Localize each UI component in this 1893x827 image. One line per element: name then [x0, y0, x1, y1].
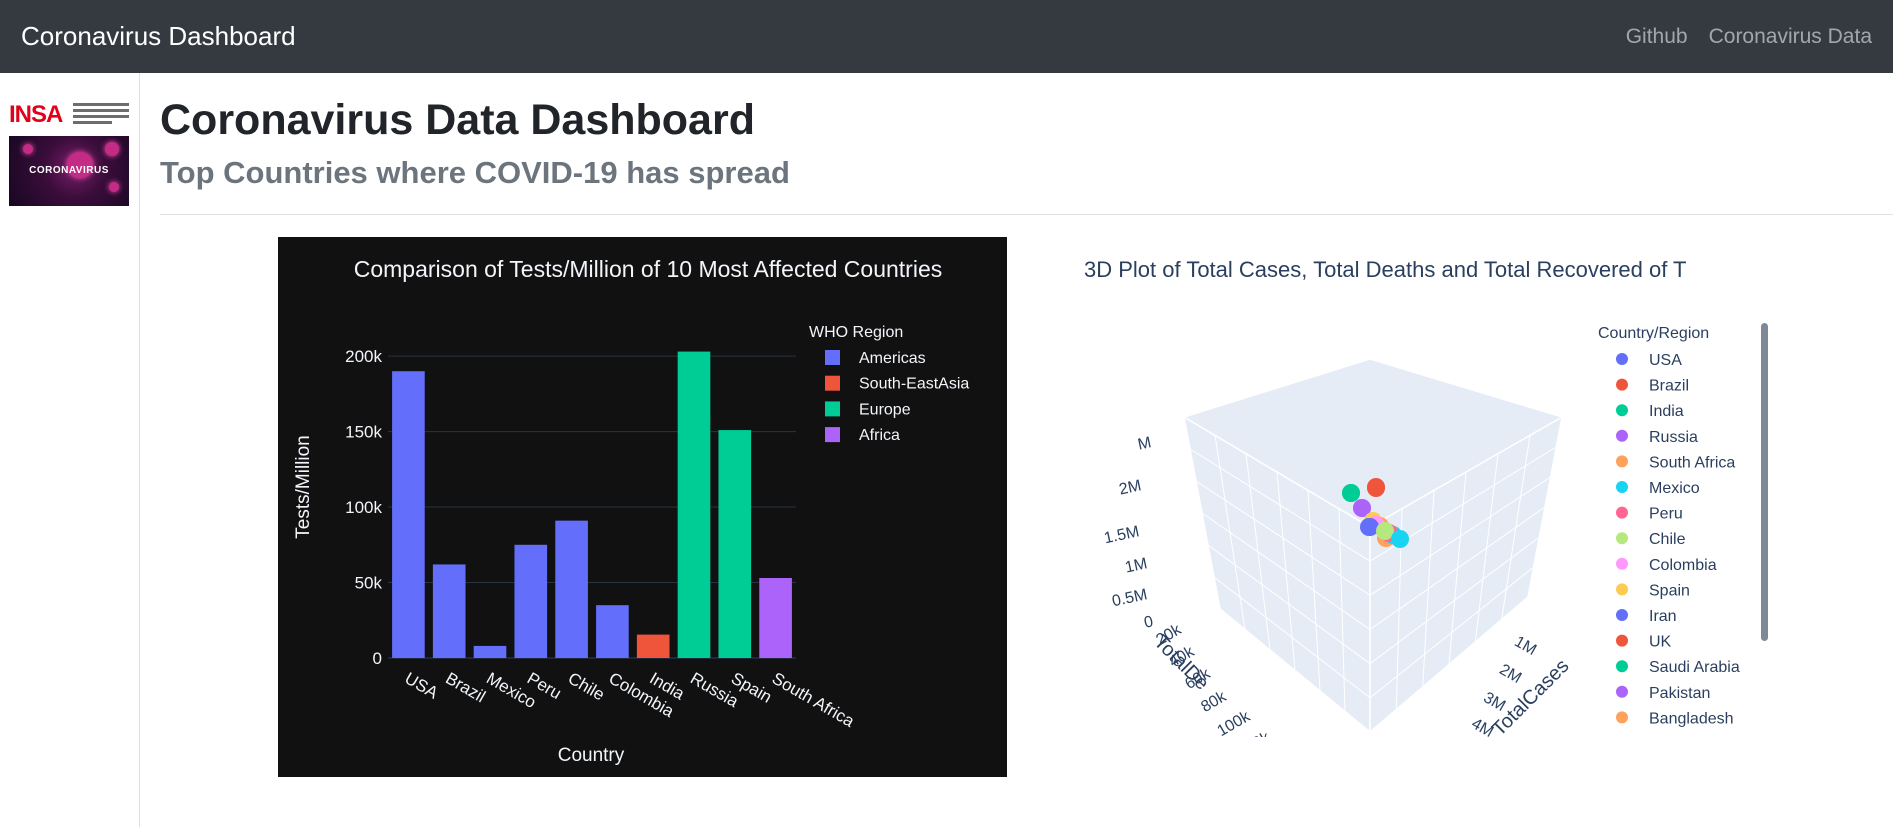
chart2-legend-item[interactable]: USA — [1649, 352, 1682, 369]
chart2-legend-marker[interactable] — [1616, 353, 1628, 365]
chart1-xtick-label: South Africa — [769, 669, 858, 732]
page-title: Coronavirus Data Dashboard — [160, 96, 755, 144]
chart2-point-saudi-arabia[interactable] — [1342, 484, 1360, 502]
chart1-bar-brazil[interactable] — [432, 564, 466, 658]
coronavirus-image: CORONAVIRUS — [9, 136, 129, 206]
chart2-ztick-label: 0 — [1143, 613, 1155, 631]
insa-logo: INSA — [9, 101, 129, 128]
chart1-legend-item[interactable]: South-EastAsia — [859, 376, 969, 393]
navbar-links: Github Coronavirus Data — [1626, 25, 1872, 49]
chart2-legend-item[interactable]: Spain — [1649, 582, 1690, 599]
chart2-legend-marker[interactable] — [1616, 711, 1628, 724]
chart2-legend-marker[interactable] — [1616, 481, 1628, 493]
chart2-point-iran[interactable] — [1360, 518, 1378, 536]
chart2-legend-item[interactable]: Iran — [1649, 608, 1677, 625]
chart1-legend-item[interactable]: Africa — [859, 427, 900, 444]
insa-logo-caption — [73, 103, 129, 127]
chart2-legend-item[interactable]: Peru — [1649, 506, 1683, 523]
chart2-legend-item[interactable]: Bangladesh — [1649, 710, 1734, 727]
chart1-bar-russia[interactable] — [677, 351, 711, 658]
chart1-legend-item[interactable]: Americas — [859, 350, 926, 367]
navbar: Coronavirus Dashboard Github Coronavirus… — [0, 0, 1893, 73]
chart2-ztick-label: 1.5M — [1102, 523, 1140, 547]
chart1-bar-spain[interactable] — [718, 430, 752, 658]
chart1-bar-mexico[interactable] — [473, 645, 507, 658]
chart2-legend-marker[interactable] — [1616, 404, 1628, 417]
chart2-ytick-label: 80k — [1198, 688, 1230, 716]
chart2-y-axis-label: TotalDe — [1149, 631, 1213, 695]
chart2-ztick-label: 1M — [1124, 555, 1149, 576]
navbar-brand[interactable]: Coronavirus Dashboard — [21, 21, 296, 52]
chart1-legend-item[interactable]: Europe — [859, 401, 911, 418]
chart2-legend-marker[interactable] — [1616, 429, 1628, 442]
nav-link-coronavirus-data[interactable]: Coronavirus Data — [1709, 25, 1872, 49]
chart2-legend-marker[interactable] — [1616, 557, 1628, 570]
legend-scrollbar[interactable] — [1761, 323, 1768, 641]
chart2-legend-item[interactable]: South Africa — [1649, 454, 1735, 471]
tests-per-million-bar-chart[interactable]: Comparison of Tests/Million of 10 Most A… — [278, 237, 1007, 777]
chart2-legend-item[interactable]: Mexico — [1649, 480, 1700, 497]
nav-link-github[interactable]: Github — [1626, 25, 1688, 49]
insa-logo-text: INSA — [9, 101, 63, 128]
chart1-xtick-label: USA — [402, 669, 442, 703]
chart2-legend-marker[interactable] — [1616, 455, 1628, 468]
chart1-xtick-label: Chile — [565, 669, 608, 705]
chart1-ytick-label: 200k — [345, 347, 382, 366]
chart2-legend-title: Country/Region — [1598, 325, 1709, 342]
chart2-xtick-label: 2M — [1496, 661, 1524, 687]
chart2-title: 3D Plot of Total Cases, Total Deaths and… — [1084, 257, 1687, 282]
chart2-legend-marker[interactable] — [1616, 583, 1628, 596]
chart2-point-brazil[interactable] — [1367, 478, 1385, 496]
coronavirus-image-text: CORONAVIRUS — [29, 165, 109, 176]
chart1-bar-south-africa[interactable] — [759, 578, 792, 658]
sidebar: INSA CORONAVIRUS — [0, 73, 140, 827]
divider — [160, 214, 1893, 215]
chart2-legend-item[interactable]: Russia — [1649, 429, 1698, 446]
chart1-legend-swatch[interactable] — [825, 401, 840, 417]
chart2-legend-marker[interactable] — [1616, 506, 1628, 519]
chart2-xtick-label: 1M — [1511, 633, 1539, 659]
chart1-ytick-label: 150k — [345, 423, 382, 442]
chart2-legend-item[interactable]: Saudi Arabia — [1649, 659, 1740, 676]
chart1-bar-colombia[interactable] — [596, 605, 629, 658]
chart1-bar-india[interactable] — [636, 634, 670, 658]
chart1-legend-swatch[interactable] — [825, 350, 840, 365]
chart1-title: Comparison of Tests/Million of 10 Most A… — [354, 256, 943, 282]
3d-scatter-chart[interactable]: 3D Plot of Total Cases, Total Deaths and… — [1060, 237, 1778, 737]
chart2-legend-marker[interactable] — [1616, 634, 1628, 647]
chart1-legend-title: WHO Region — [809, 324, 903, 341]
page-subtitle: Top Countries where COVID-19 has spread — [160, 155, 790, 190]
chart1-ytick-label: 100k — [345, 498, 382, 517]
chart1-bar-chile[interactable] — [555, 520, 588, 658]
chart2-ztick-label: 0.5M — [1110, 586, 1148, 610]
chart1-xtick-label: Brazil — [442, 669, 488, 707]
chart2-legend-item[interactable]: Colombia — [1649, 557, 1717, 574]
chart1-legend-swatch[interactable] — [825, 427, 840, 443]
chart1-ytick-label: 0 — [373, 649, 382, 668]
chart2-legend-item[interactable]: India — [1649, 403, 1684, 420]
chart1-xlabel: Country — [558, 745, 625, 766]
chart1-legend-swatch[interactable] — [825, 375, 840, 391]
chart2-legend-marker[interactable] — [1616, 660, 1628, 673]
chart2-legend-item[interactable]: Pakistan — [1649, 685, 1710, 702]
chart2-legend-item[interactable]: Chile — [1649, 531, 1686, 548]
chart2-legend-marker[interactable] — [1616, 378, 1628, 391]
chart2-ztick-label: 2M — [1118, 477, 1143, 498]
chart2-legend-item[interactable]: UK — [1649, 634, 1672, 651]
chart2-legend-marker[interactable] — [1616, 685, 1628, 698]
chart1-ytick-label: 50k — [355, 574, 383, 593]
chart1-ylabel: Tests/Million — [293, 435, 314, 538]
chart2-legend-marker[interactable] — [1616, 609, 1628, 621]
chart2-legend-marker[interactable] — [1616, 532, 1628, 545]
chart1-bar-peru[interactable] — [514, 544, 548, 658]
chart2-legend-item[interactable]: Brazil — [1649, 378, 1689, 395]
chart2-ytick-label: 100k — [1214, 708, 1253, 737]
chart1-bar-usa[interactable] — [392, 371, 425, 658]
chart2-ztick-label: M — [1136, 434, 1153, 453]
chart2-point-mexico[interactable] — [1391, 530, 1409, 548]
